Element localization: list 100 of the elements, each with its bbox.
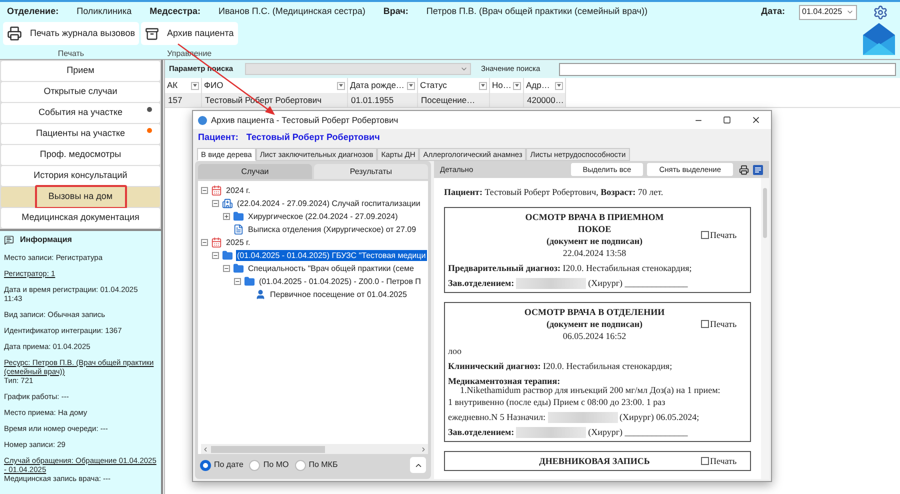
field-value: Поликлиника (76, 5, 132, 18)
print-checkbox[interactable]: Печать (701, 318, 747, 330)
expand-toggle[interactable] (212, 200, 219, 207)
expand-toggle[interactable] (234, 278, 241, 285)
document-app-icon[interactable] (753, 164, 763, 174)
ribbon-button[interactable]: Архив пациента (141, 22, 238, 45)
chevron-down-icon (846, 8, 854, 16)
panel-tab[interactable]: Случаи (198, 164, 312, 179)
nav-item[interactable]: Вызовы на дом (1, 187, 160, 207)
filter-dropdown-button[interactable] (191, 82, 199, 90)
record-datetime: 06.05.2024 16:52 (562, 330, 626, 342)
scroll-left-icon[interactable] (202, 446, 209, 452)
filter-dropdown-button[interactable] (555, 82, 563, 90)
signature-text: (Хирург) ______________ (588, 277, 688, 289)
prescription-text: 1.Nikethamidum раствор для инъекций 200 мг/мл Доз(а) на 1 прием: (460, 385, 722, 396)
tree-item[interactable]: 2024 г. (225, 185, 252, 196)
date-picker[interactable]: 01.04.2025 (799, 4, 857, 20)
nav-item[interactable]: Пациенты на участке (1, 124, 160, 144)
maximize-icon[interactable] (723, 116, 731, 124)
search-value-field[interactable] (559, 62, 896, 76)
tree-item[interactable]: 2025 г. (225, 237, 252, 248)
print-label: Печать (710, 318, 737, 330)
info-icon (198, 116, 207, 124)
record-title: ДНЕВНИКОВАЯ ЗАПИСЬ (538, 455, 651, 467)
panel-tab[interactable]: Результаты (314, 164, 428, 179)
checkbox[interactable] (701, 320, 709, 328)
expand-toggle[interactable] (223, 213, 230, 220)
expand-toggle[interactable] (201, 187, 208, 194)
record-text: лоо (448, 345, 462, 357)
hospital-icon (222, 198, 233, 209)
field-label: Врач: (383, 5, 408, 18)
tree-item[interactable]: Выписка отделения (Хирургическое) от 27.09 (247, 224, 418, 235)
nav-label: Открытые случаи (42, 85, 118, 98)
tree-item[interactable]: (22.04.2024 - 27.09.2024) Случай госпитализации (236, 198, 422, 209)
expand-toggle[interactable] (201, 239, 208, 246)
nav-label: Проф. медосмотры (38, 148, 122, 162)
filter-dropdown-button[interactable] (407, 82, 415, 90)
patient-name: Тестовый Роберт Робертович (246, 130, 380, 144)
field-value: Петров П.В. (Врач общей практики (семейный врач)) (426, 5, 648, 18)
document-icon (233, 224, 244, 235)
filter-dropdown-button[interactable] (513, 82, 521, 90)
table-cell: 01.01.1955 (348, 93, 418, 107)
nav-item[interactable]: Медицинская документация (1, 208, 160, 228)
redacted-name (516, 426, 586, 438)
patient-label: Пациент: (198, 130, 238, 144)
nav-label: История консультаций (32, 169, 128, 182)
folder-icon (233, 211, 244, 222)
settings-icon[interactable] (873, 4, 888, 20)
tree-item[interactable]: Хирургическое (22.04.2024 - 27.09.2024) (247, 211, 399, 222)
calendar-icon (211, 237, 222, 248)
sort-radio[interactable]: По МКБ (294, 459, 338, 471)
nav-item[interactable]: События на участке (1, 103, 160, 123)
checkbox[interactable] (701, 231, 709, 239)
tree-item[interactable]: Специальность "Врач общей практики (семе (247, 263, 415, 274)
record-title: ОСМОТР ВРАЧА В ПРИЕМНОМ ПОКОЕ (524, 211, 665, 235)
envelope-logo-icon (863, 23, 895, 55)
close-icon[interactable] (751, 115, 761, 125)
checkbox[interactable] (701, 457, 709, 465)
signature-label: Зав.отделением: (448, 277, 514, 289)
horizontal-scrollbar[interactable] (201, 444, 428, 454)
field-label: Медсестра: (150, 5, 201, 18)
field-value: Иванов П.С. (Медицинская сестра) (218, 5, 366, 18)
signature-text: (Хирург) 06.05.2024; (620, 411, 700, 423)
nav-item[interactable]: Открытые случаи (1, 82, 160, 102)
tree-item[interactable]: (01.04.2025 - 01.04.2025) ГБУЗС "Тестовая медици (236, 250, 427, 261)
filter-dropdown-button[interactable] (337, 82, 345, 90)
table-cell: 157 (165, 93, 202, 107)
tree-item[interactable]: Первичное посещение от 01.04.2025 (269, 289, 408, 300)
print-checkbox[interactable]: Печать (701, 455, 747, 467)
filter-dropdown-button[interactable] (479, 82, 487, 90)
record-status: (документ не подписан) (546, 318, 643, 330)
folder-icon (244, 276, 255, 287)
record-title: ОСМОТР ВРАЧА В ОТДЕЛЕНИИ (523, 306, 666, 318)
field-label: Отделение: (7, 5, 59, 18)
scroll-right-icon[interactable] (420, 446, 427, 452)
tree-item[interactable]: (01.04.2025 - 01.04.2025) - Z00.0 - Петров П (258, 276, 422, 287)
folder-icon (233, 263, 244, 274)
chevron-down-icon (460, 65, 468, 73)
info-card-icon (4, 235, 14, 245)
nav-item[interactable]: Проф. медосмотры (1, 145, 160, 165)
nav-label: Прием (66, 64, 96, 78)
nav-item[interactable]: Прием (1, 61, 160, 81)
sort-radio[interactable]: По МО (249, 459, 289, 471)
dialog-title: Архив пациента - Тестовый Роберт Робертович (211, 114, 400, 126)
print-checkbox[interactable]: Печать (701, 229, 747, 241)
redacted-name (516, 278, 586, 288)
signature-label: ежедневно.N 5 Назначил: (448, 411, 546, 423)
nav-item[interactable]: История консультаций (1, 166, 160, 186)
nav-label: Медицинская документация (20, 211, 140, 224)
archive-icon (145, 26, 159, 40)
record-text: Клинический диагноз: I20.0. Нестабильная стенокардия; (448, 360, 674, 372)
expand-toggle[interactable] (212, 252, 219, 259)
ribbon-button[interactable]: Печать журнала вызовов (3, 22, 139, 45)
vertical-scrollbar[interactable] (761, 178, 769, 479)
prescription-text: 1 внутривенно (после еды) Прием с 08:00 до 23:00. 1 раз (448, 396, 666, 408)
sort-radio[interactable]: По дате (200, 459, 244, 471)
calendar-icon (211, 185, 222, 196)
expand-toggle[interactable] (223, 265, 230, 272)
nav-label: События на участке (38, 106, 124, 120)
printer-icon[interactable] (739, 164, 749, 174)
